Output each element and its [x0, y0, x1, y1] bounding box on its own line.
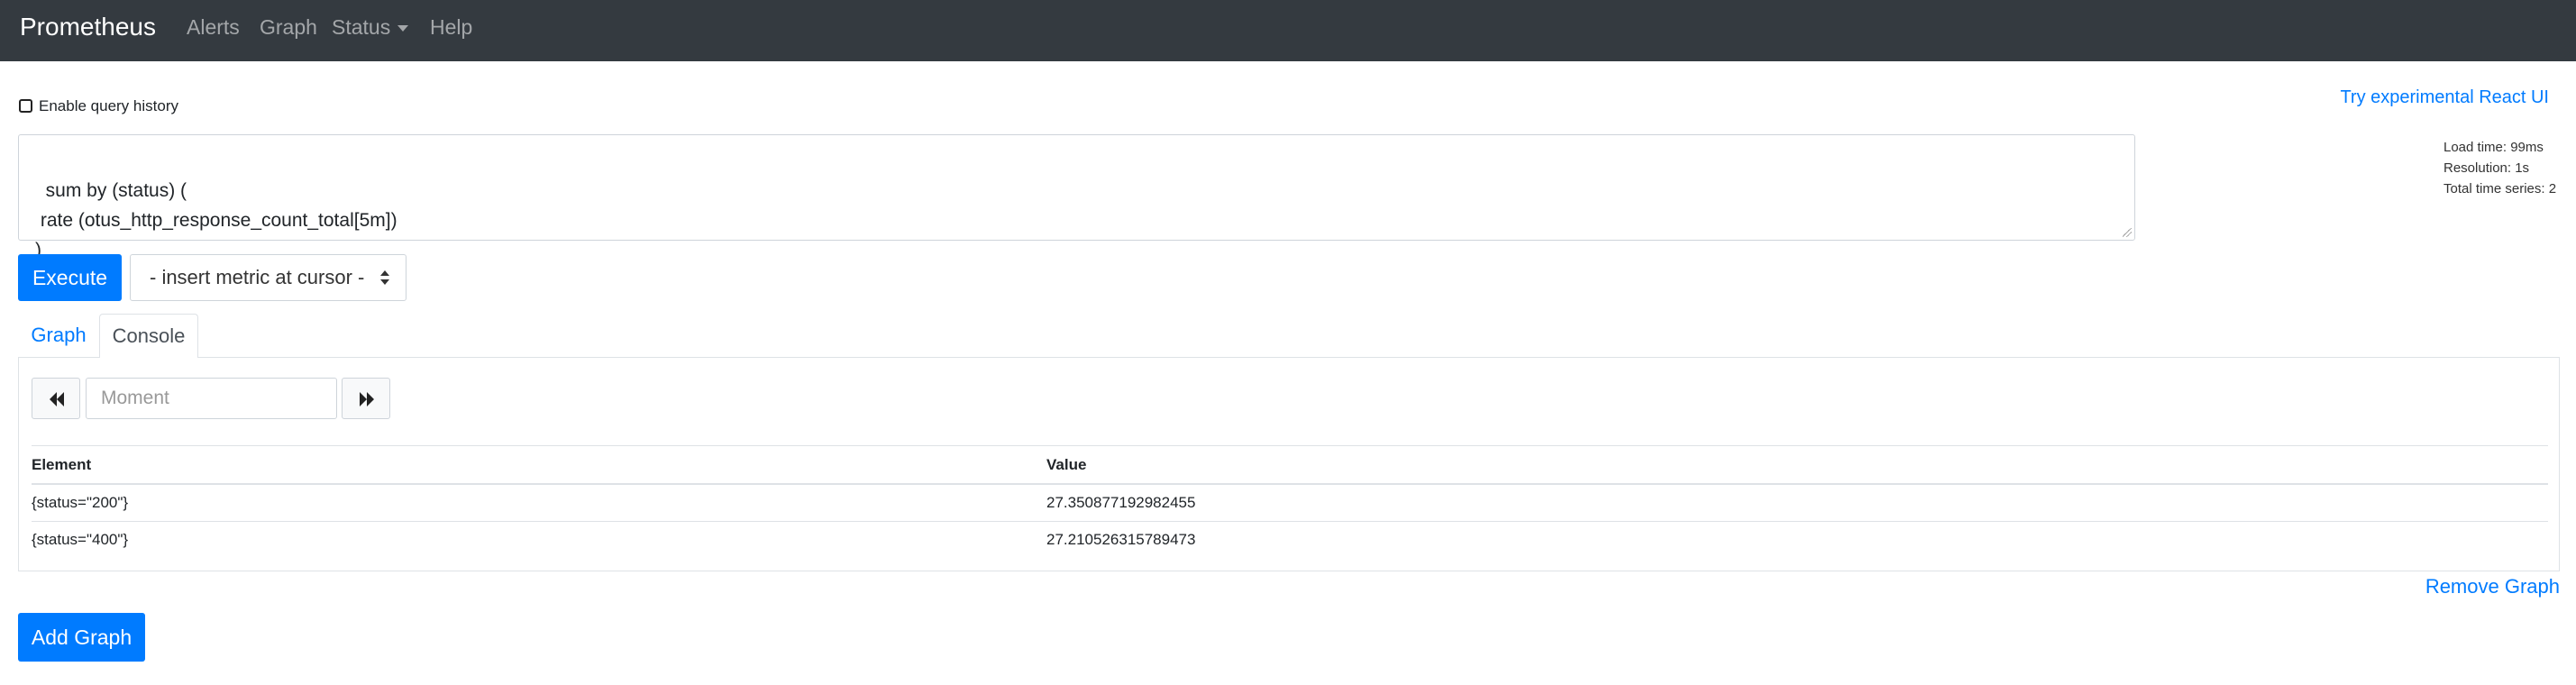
insert-metric-select[interactable]: - insert metric at cursor - — [130, 254, 406, 301]
table-row-element: {status="200"} — [32, 494, 129, 511]
nav-status-dropdown[interactable]: Status — [332, 14, 409, 40]
moment-forward-button[interactable] — [342, 378, 390, 419]
metric-select-value: - insert metric at cursor - — [150, 266, 365, 288]
chevron-down-icon — [397, 25, 409, 32]
expression-text: sum by (status) ( rate (otus_http_respon… — [35, 180, 397, 260]
tab-console[interactable]: Console — [99, 314, 198, 358]
nav-status-label: Status — [332, 15, 391, 39]
table-row-value: 27.210526315789473 — [1046, 531, 1196, 548]
execute-button[interactable]: Execute — [18, 254, 122, 301]
query-history-label[interactable]: Enable query history — [39, 96, 178, 116]
brand-logo-text[interactable]: Prometheus — [20, 13, 156, 41]
console-panel: Moment Element Value {status="200"} 27.3… — [18, 357, 2560, 571]
react-ui-link[interactable]: Try experimental React UI — [2340, 87, 2549, 108]
table-top-divider — [32, 445, 2548, 446]
resolution: Resolution: 1s — [2444, 160, 2530, 176]
expression-input[interactable]: sum by (status) ( rate (otus_http_respon… — [18, 134, 2135, 260]
total-time-series: Total time series: 2 — [2444, 181, 2557, 196]
nav-help[interactable]: Help — [430, 14, 472, 40]
resize-handle-icon[interactable] — [2123, 228, 2132, 237]
query-history-checkbox[interactable] — [19, 99, 32, 113]
query-stats: Load time: 99ms Resolution: 1s Total tim… — [2444, 137, 2556, 199]
remove-graph-link[interactable]: Remove Graph — [2425, 574, 2560, 599]
nav-alerts[interactable]: Alerts — [187, 14, 240, 40]
column-header-element: Element — [32, 456, 92, 473]
table-header-divider — [32, 483, 2548, 485]
tab-graph[interactable]: Graph — [18, 314, 99, 357]
table-row-value: 27.350877192982455 — [1046, 494, 1196, 511]
navbar: Prometheus Alerts Graph Status Help — [0, 0, 2576, 61]
table-row-divider — [32, 521, 2548, 522]
fast-forward-icon — [360, 392, 374, 406]
moment-back-button[interactable] — [32, 378, 80, 419]
column-header-value: Value — [1046, 456, 1087, 473]
add-graph-button[interactable]: Add Graph — [18, 613, 145, 662]
select-arrows-icon — [380, 270, 389, 285]
load-time: Load time: 99ms — [2444, 140, 2544, 155]
nav-graph[interactable]: Graph — [260, 14, 317, 40]
fast-backward-icon — [50, 392, 64, 406]
moment-input[interactable]: Moment — [86, 378, 337, 419]
table-row-element: {status="400"} — [32, 531, 129, 548]
